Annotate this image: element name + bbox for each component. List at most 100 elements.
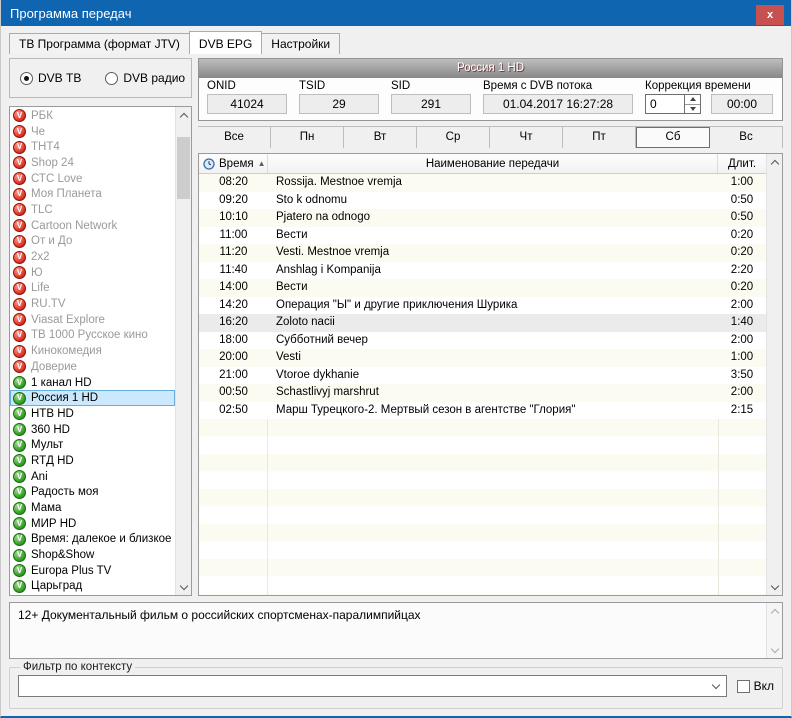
epg-scrollbar[interactable] xyxy=(766,154,782,595)
channel-list-item[interactable]: VКинокомедия xyxy=(10,343,175,359)
channel-status-icon: V xyxy=(13,125,26,138)
day-tab-5[interactable]: Пт xyxy=(563,127,636,148)
scrollbar-thumb[interactable] xyxy=(177,137,190,199)
channel-list-item[interactable]: VShop 24 xyxy=(10,155,175,171)
day-tab-3[interactable]: Ср xyxy=(417,127,490,148)
close-button[interactable]: x xyxy=(756,5,784,25)
scroll-down-icon[interactable] xyxy=(767,579,782,595)
tab-jtv[interactable]: ТВ Программа (формат JTV) xyxy=(9,33,190,54)
epg-row[interactable]: 08:20Rossija. Mestnoe vremja1:00 xyxy=(199,174,766,192)
channel-list-item[interactable]: VРадость моя xyxy=(10,485,175,501)
channel-list-item[interactable]: VМоя Планета xyxy=(10,186,175,202)
channel-list-item[interactable]: VЧе xyxy=(10,124,175,140)
channel-list-item[interactable]: V1 канал HD xyxy=(10,375,175,391)
correction-spinner-value[interactable]: 0 xyxy=(646,95,684,113)
program-duration: 1:00 xyxy=(718,349,766,367)
channel-list-item[interactable]: VНТВ HD xyxy=(10,406,175,422)
day-tab-6[interactable]: Сб xyxy=(636,127,710,148)
channel-list-item[interactable]: VТВ 1000 Русское кино xyxy=(10,328,175,344)
column-duration-label: Длит. xyxy=(728,158,756,170)
context-filter-combobox[interactable] xyxy=(18,675,727,697)
spinner-down-icon[interactable] xyxy=(685,105,700,114)
chevron-down-icon[interactable] xyxy=(711,680,719,688)
day-tab-2[interactable]: Вт xyxy=(344,127,417,148)
filter-enable-option[interactable]: Вкл xyxy=(737,679,774,693)
channel-status-icon: V xyxy=(13,517,26,530)
channel-list-item[interactable]: VViasat Explore xyxy=(10,312,175,328)
channel-name: Время: далекое и близкое xyxy=(31,533,171,545)
column-header-duration[interactable]: Длит. xyxy=(718,154,766,173)
channel-list-item[interactable]: VРБК xyxy=(10,108,175,124)
channel-list-item[interactable]: VRTД HD xyxy=(10,453,175,469)
channel-list-item[interactable]: VДоверие xyxy=(10,359,175,375)
titlebar[interactable]: Программа передач x xyxy=(1,0,791,26)
epg-rows: 08:20Rossija. Mestnoe vremja1:0009:20Sto… xyxy=(199,174,766,595)
channel-name: СТС Love xyxy=(31,173,82,185)
channel-status-icon: V xyxy=(13,470,26,483)
channel-list-item[interactable]: VRU.TV xyxy=(10,296,175,312)
epg-row[interactable]: 00:50Schastlivyj marshrut2:00 xyxy=(199,384,766,402)
epg-row[interactable]: 14:20Операция "Ы" и другие приключения Ш… xyxy=(199,297,766,315)
program-name: Anshlag i Kompanija xyxy=(268,262,718,280)
scroll-down-icon[interactable] xyxy=(176,579,191,595)
channel-list-item[interactable]: VСТС Love xyxy=(10,171,175,187)
channel-list-item[interactable]: VEuropa Plus TV xyxy=(10,563,175,579)
epg-row[interactable]: 09:20Sto k odnomu0:50 xyxy=(199,192,766,210)
scrollbar-track[interactable] xyxy=(767,170,782,579)
channel-list-item[interactable]: VТНТ4 xyxy=(10,139,175,155)
channel-status-icon: V xyxy=(13,407,26,420)
channel-status-icon: V xyxy=(13,282,26,295)
epg-row[interactable]: 11:00Вести0:20 xyxy=(199,227,766,245)
epg-row[interactable]: 10:10Pjatero na odnogo0:50 xyxy=(199,209,766,227)
description-scrollbar[interactable] xyxy=(766,603,782,658)
epg-row[interactable]: 11:20Vesti. Mestnoe vremja0:20 xyxy=(199,244,766,262)
radio-dvb-tv[interactable]: DVB ТВ xyxy=(20,71,81,85)
day-tab-7[interactable]: Вс xyxy=(710,127,783,148)
column-header-name[interactable]: Наименование передачи xyxy=(268,154,718,173)
program-name: Sto k odnomu xyxy=(268,192,718,210)
day-tab-1[interactable]: Пн xyxy=(271,127,344,148)
epg-row[interactable]: 02:50Марш Турецкого-2. Мертвый сезон в а… xyxy=(199,402,766,420)
epg-row[interactable]: 18:00Субботний вечер2:00 xyxy=(199,332,766,350)
channel-list-item[interactable]: V2x2 xyxy=(10,249,175,265)
channel-list-item[interactable]: VCartoon Network xyxy=(10,218,175,234)
scrollbar-track[interactable] xyxy=(767,619,782,642)
program-duration: 2:00 xyxy=(718,384,766,402)
channel-list-item[interactable]: VЦарьград xyxy=(10,579,175,595)
channel-list-item[interactable]: VTLC xyxy=(10,202,175,218)
day-tab-0[interactable]: Все xyxy=(198,127,271,148)
epg-row[interactable]: 14:00Вести0:20 xyxy=(199,279,766,297)
channel-list-item[interactable]: VЮ xyxy=(10,265,175,281)
scroll-up-icon[interactable] xyxy=(767,603,782,619)
radio-unchecked-icon xyxy=(105,72,118,85)
epg-row[interactable]: 16:20Zoloto nacii1:40 xyxy=(199,314,766,332)
scroll-up-icon[interactable] xyxy=(176,107,191,123)
epg-row[interactable]: 21:00Vtoroe dykhanie3:50 xyxy=(199,367,766,385)
channel-list-item[interactable]: VВремя: далекое и близкое xyxy=(10,532,175,548)
scrollbar-track[interactable] xyxy=(176,123,191,579)
channel-list-item[interactable]: VОт и До xyxy=(10,234,175,250)
channel-list-item[interactable]: VМама xyxy=(10,500,175,516)
channel-list-item[interactable]: VМИР HD xyxy=(10,516,175,532)
scroll-down-icon[interactable] xyxy=(767,642,782,658)
scroll-up-icon[interactable] xyxy=(767,154,782,170)
tab-settings[interactable]: Настройки xyxy=(261,33,340,54)
day-tab-4[interactable]: Чт xyxy=(490,127,563,148)
channel-status-icon: V xyxy=(13,109,26,122)
channel-list-scrollbar[interactable] xyxy=(175,107,191,595)
epg-row[interactable]: 11:40Anshlag i Kompanija2:20 xyxy=(199,262,766,280)
correction-spinner[interactable]: 0 xyxy=(645,94,701,114)
channel-list-item[interactable]: VLife xyxy=(10,281,175,297)
channel-list-item[interactable]: VМульт xyxy=(10,437,175,453)
channel-list-item[interactable]: V360 HD xyxy=(10,422,175,438)
epg-row[interactable]: 20:00Vesti1:00 xyxy=(199,349,766,367)
radio-dvb-radio[interactable]: DVB радио xyxy=(105,71,185,85)
content: DVB ТВ DVB радио VРБКVЧеVТНТ4VShop 24VСТ… xyxy=(9,58,783,596)
checkbox-unchecked-icon[interactable] xyxy=(737,680,750,693)
spinner-up-icon[interactable] xyxy=(685,95,700,105)
channel-list-item[interactable]: VAni xyxy=(10,469,175,485)
channel-list-item[interactable]: VРоссия 1 HD xyxy=(10,390,175,406)
tab-dvb-epg[interactable]: DVB EPG xyxy=(189,31,262,54)
channel-list-item[interactable]: VShop&Show xyxy=(10,547,175,563)
column-header-time[interactable]: Время ▲ xyxy=(199,154,268,173)
